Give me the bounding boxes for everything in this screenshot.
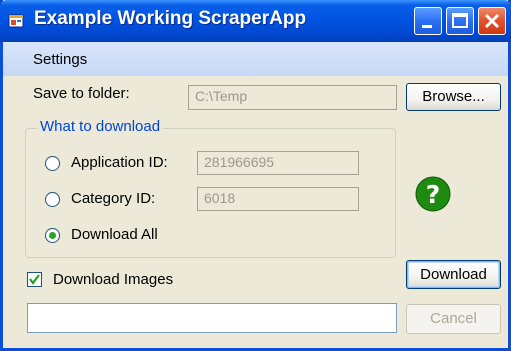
minimize-icon xyxy=(422,25,432,28)
app-window: Example Working ScraperApp Settings Save… xyxy=(0,0,511,351)
save-folder-field[interactable]: C:\Temp xyxy=(188,85,397,110)
maximize-icon xyxy=(452,13,468,28)
application-id-field[interactable]: 281966695 xyxy=(197,151,359,175)
app-window-icon xyxy=(8,14,24,28)
help-question-icon[interactable]: ? xyxy=(414,175,452,213)
application-id-radio[interactable] xyxy=(45,156,60,171)
category-id-radio[interactable] xyxy=(45,192,60,207)
application-id-label: Application ID: xyxy=(71,154,168,171)
status-field[interactable] xyxy=(27,303,397,333)
radio-selected-dot xyxy=(49,232,56,239)
what-to-download-title: What to download xyxy=(37,118,164,135)
menu-bar: Settings xyxy=(3,42,508,76)
category-id-field[interactable]: 6018 xyxy=(197,187,359,211)
cancel-button[interactable]: Cancel xyxy=(406,304,501,334)
maximize-button[interactable] xyxy=(446,7,474,35)
minimize-button[interactable] xyxy=(414,7,442,35)
save-folder-label: Save to folder: xyxy=(33,85,130,102)
window-title: Example Working ScraperApp xyxy=(34,8,307,29)
browse-button[interactable]: Browse... xyxy=(406,83,501,111)
menu-settings[interactable]: Settings xyxy=(33,51,87,68)
checkmark-icon xyxy=(29,274,40,285)
title-bar[interactable]: Example Working ScraperApp xyxy=(0,0,511,42)
svg-text:?: ? xyxy=(426,180,441,209)
download-images-label: Download Images xyxy=(53,271,174,288)
close-icon xyxy=(484,13,500,29)
download-button[interactable]: Download xyxy=(406,260,501,289)
download-all-label: Download All xyxy=(71,226,158,243)
close-button[interactable] xyxy=(478,7,506,35)
download-images-checkbox[interactable] xyxy=(27,272,42,287)
download-all-radio[interactable] xyxy=(45,228,60,243)
category-id-label: Category ID: xyxy=(71,190,156,207)
